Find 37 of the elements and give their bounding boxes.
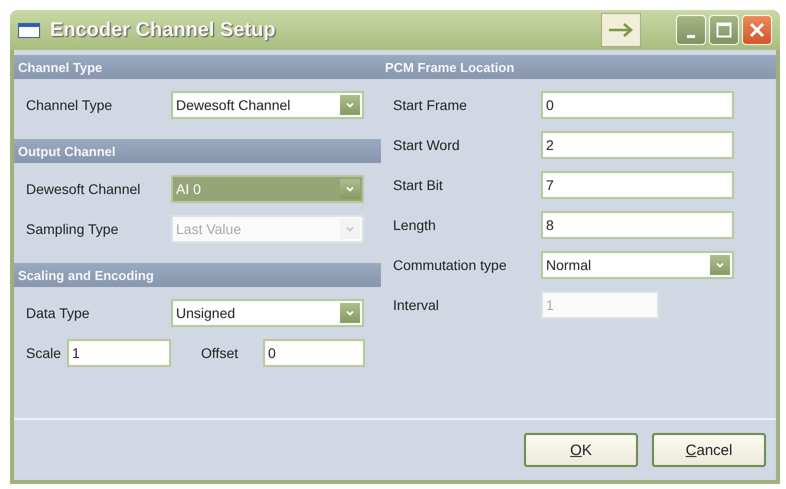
maximize-icon	[716, 22, 732, 38]
field-label: Dewesoft Channel	[25, 181, 142, 197]
maximize-button[interactable]	[709, 15, 739, 45]
dropdown[interactable]: Unsigned	[171, 299, 364, 327]
dropdown[interactable]: Normal	[541, 251, 734, 279]
window-title: Encoder Channel Setup	[50, 18, 277, 42]
field-label: Sampling Type	[25, 221, 120, 237]
field-label: Scale	[25, 345, 62, 361]
minimize-button[interactable]	[676, 15, 706, 45]
arrow-icon	[607, 22, 635, 38]
arrow-button[interactable]	[601, 13, 641, 47]
field-label: Channel Type	[25, 97, 114, 113]
field-label: Start Word	[392, 137, 461, 153]
input-field[interactable]: 2	[541, 131, 734, 159]
field-label: Offset	[201, 345, 238, 361]
close-icon	[749, 22, 765, 38]
field-label: Start Frame	[392, 97, 468, 113]
dropdown[interactable]: Dewesoft Channel	[171, 91, 364, 119]
dialog-button[interactable]: OK	[524, 433, 638, 467]
section-header: Channel Type	[14, 55, 381, 79]
input-field[interactable]: 0	[263, 339, 365, 367]
input-field[interactable]: 7	[541, 171, 734, 199]
field-label: Length	[392, 217, 437, 233]
field-label: Commutation type	[392, 257, 508, 273]
field-label: Interval	[392, 297, 440, 313]
input-field[interactable]: 8	[541, 211, 734, 239]
close-button[interactable]	[742, 15, 772, 45]
field-label: Data Type	[25, 305, 91, 321]
minimize-icon	[687, 34, 695, 38]
section-header: Scaling and Encoding	[14, 263, 381, 287]
input-field[interactable]: 0	[541, 91, 734, 119]
section-header: Output Channel	[14, 139, 381, 163]
section-header: PCM Frame Location	[381, 55, 776, 79]
dialog-button[interactable]: Cancel	[652, 433, 766, 467]
window-icon	[18, 22, 40, 38]
field-label: Start Bit	[392, 177, 444, 193]
input-field[interactable]: 1	[67, 339, 172, 367]
